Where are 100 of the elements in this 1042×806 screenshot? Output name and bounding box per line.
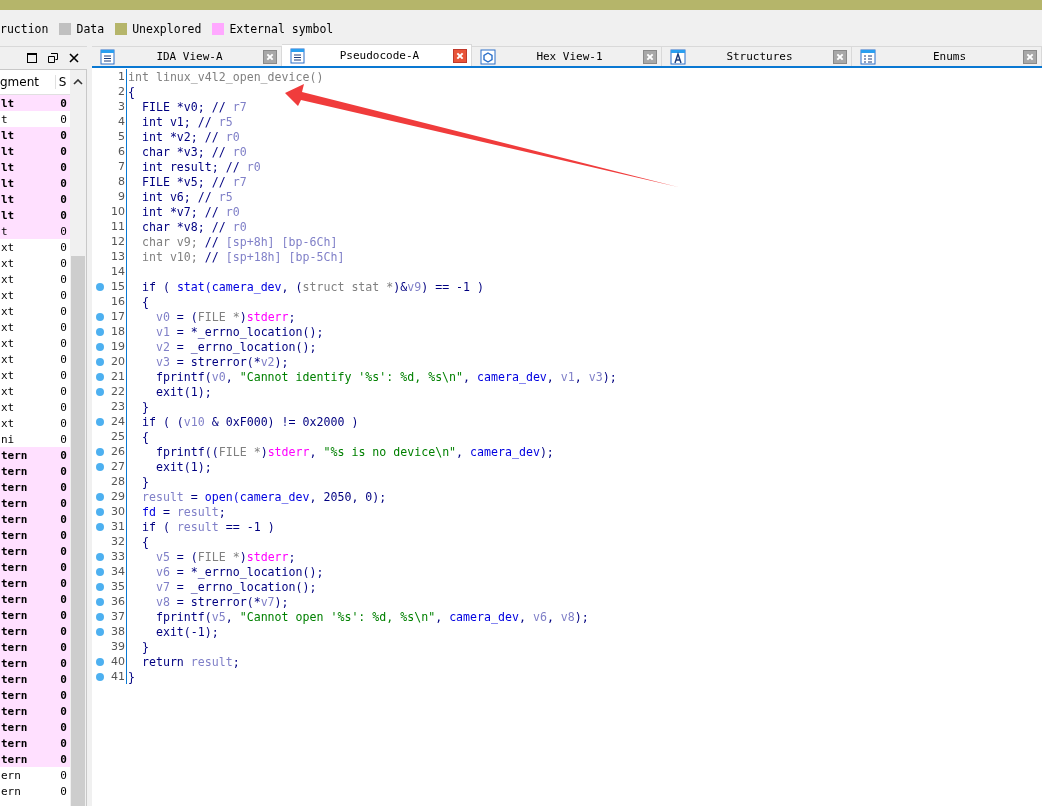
table-cell-text: tern [0, 448, 29, 462]
code-line: } [127, 669, 135, 684]
segment-row[interactable]: tern 0 [0, 495, 70, 511]
close-icon[interactable] [69, 53, 79, 63]
segment-row[interactable]: lt 0 [0, 127, 70, 143]
segment-row[interactable]: tern 0 [0, 559, 70, 575]
segment-row[interactable]: tern 0 [0, 479, 70, 495]
tab[interactable]: Structures [662, 46, 852, 66]
tab-close-button[interactable] [453, 48, 467, 63]
legend-label: ruction [0, 22, 49, 36]
table-cell-text: lt [0, 176, 16, 190]
table-cell-text: lt [0, 160, 16, 174]
segment-row[interactable]: xt 0 [0, 319, 70, 335]
segment-row[interactable]: xt 0 [0, 383, 70, 399]
code-line: fprintf((FILE *)stderr, "%s is no device\n", camera_dev); [154, 444, 554, 459]
line-number: 34 [110, 565, 126, 578]
segment-row[interactable]: tern 0 [0, 591, 70, 607]
tab-close-button[interactable] [263, 49, 277, 64]
code-line: v6 = *_errno_location(); [154, 564, 324, 579]
segment-row[interactable]: lt 0 [0, 143, 70, 159]
segment-row[interactable]: tern 0 [0, 719, 70, 735]
table-cell-text: 0 [60, 624, 68, 638]
line-number: 40 [110, 655, 126, 668]
segment-row[interactable]: tern 0 [0, 575, 70, 591]
scrollbar[interactable] [70, 70, 86, 806]
segment-row[interactable]: tern 0 [0, 463, 70, 479]
table-cell-text: 0 [60, 736, 68, 750]
code-line: } [140, 474, 149, 489]
table-cell-text: xt [0, 368, 16, 382]
line-number: 30 [110, 505, 126, 518]
segment-row[interactable]: xt 0 [0, 335, 70, 351]
code-line: FILE *v5; // r7 [140, 174, 247, 189]
segment-row[interactable]: lt 0 [0, 207, 70, 223]
segment-row[interactable]: t 0 [0, 111, 70, 127]
segment-row[interactable]: lt 0 [0, 175, 70, 191]
column-header[interactable]: S [55, 75, 70, 89]
segment-row[interactable]: tern 0 [0, 623, 70, 639]
segment-row[interactable]: ern 0 [0, 783, 70, 799]
segment-row[interactable]: xt 0 [0, 351, 70, 367]
maximize-icon[interactable] [27, 53, 37, 63]
table-cell-text: 0 [60, 768, 68, 782]
tab-close-button[interactable] [1023, 49, 1037, 64]
segment-row[interactable]: ni 0 [0, 431, 70, 447]
table-cell-text: tern [0, 624, 29, 638]
restore-icon[interactable] [48, 53, 58, 63]
close-icon [1026, 52, 1034, 61]
code-line: { [127, 84, 135, 99]
segment-row[interactable]: tern 0 [0, 751, 70, 767]
segment-row[interactable]: xt 0 [0, 415, 70, 431]
segment-row[interactable]: xt 0 [0, 367, 70, 383]
segment-row[interactable]: tern 0 [0, 607, 70, 623]
segment-row[interactable]: xt 0 [0, 399, 70, 415]
tab-close-button[interactable] [833, 49, 847, 64]
segment-row[interactable]: tern 0 [0, 671, 70, 687]
table-cell-text: 0 [60, 304, 68, 318]
segment-row[interactable]: tern 0 [0, 639, 70, 655]
line-number: 1 [117, 70, 126, 83]
segment-row[interactable]: lt 0 [0, 191, 70, 207]
code-line: if ( result == -1 ) [140, 519, 275, 534]
line-number: 19 [110, 340, 126, 353]
segment-row[interactable]: xt 0 [0, 271, 70, 287]
code-line: int v6; // r5 [140, 189, 233, 204]
segment-row[interactable]: xt 0 [0, 255, 70, 271]
tab[interactable]: IDA View-A [92, 46, 282, 66]
segment-row[interactable]: lt 0 [0, 159, 70, 175]
tab-close-button[interactable] [643, 49, 657, 64]
segment-row[interactable]: xt 0 [0, 303, 70, 319]
segment-row[interactable]: tern 0 [0, 511, 70, 527]
code-line: fprintf(v0, "Cannot identify '%s': %d, %s\n", camera_dev, v1, v3); [154, 369, 617, 384]
tab[interactable]: Pseudocode-A [282, 44, 472, 66]
tab[interactable]: Hex View-1 [472, 46, 662, 66]
segment-row[interactable]: ern 0 [0, 767, 70, 783]
segment-row[interactable]: tern 0 [0, 655, 70, 671]
scroll-up-icon[interactable] [73, 79, 83, 85]
segment-row[interactable]: lt 0 [0, 95, 70, 111]
segment-row[interactable]: tern 0 [0, 447, 70, 463]
code-line: fprintf(v5, "Cannot open '%s': %d, %s\n", camera_dev, v6, v8); [154, 609, 589, 624]
segment-row[interactable]: xt 0 [0, 239, 70, 255]
segment-row[interactable]: xt 0 [0, 287, 70, 303]
table-cell-text: tern [0, 656, 29, 670]
table-cell-text: xt [0, 304, 16, 318]
segment-row[interactable]: tern 0 [0, 527, 70, 543]
segment-row[interactable]: tern 0 [0, 543, 70, 559]
segment-row[interactable]: tern 0 [0, 703, 70, 719]
table-cell-text: tern [0, 640, 29, 654]
code-line: char *v8; // r0 [140, 219, 247, 234]
table-cell-text: tern [0, 560, 29, 574]
table-cell-text: 0 [60, 336, 68, 350]
table-cell-text: tern [0, 608, 29, 622]
tab[interactable]: Enums [852, 46, 1042, 66]
segment-row[interactable]: tern 0 [0, 735, 70, 751]
scrollbar-thumb[interactable] [71, 256, 85, 806]
table-cell-text: xt [0, 416, 16, 430]
table-cell-text: tern [0, 528, 29, 542]
segment-row[interactable]: t 0 [0, 223, 70, 239]
segment-row[interactable]: tern 0 [0, 687, 70, 703]
table-cell-text: 0 [60, 272, 68, 286]
column-header[interactable]: gment [0, 75, 56, 89]
code-line: int linux_v4l2_open_device() [127, 69, 324, 84]
legend-label: Unexplored [132, 22, 202, 36]
